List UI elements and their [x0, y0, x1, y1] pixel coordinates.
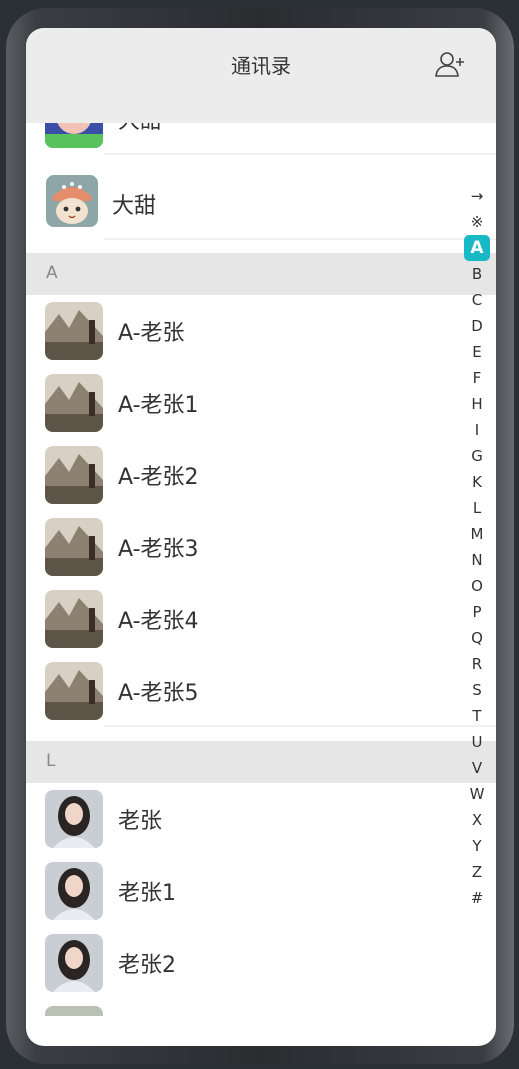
contact-row[interactable]: A-老张5: [26, 655, 496, 727]
index-letter[interactable]: #: [464, 885, 490, 911]
contact-name: A-老张1: [118, 393, 199, 418]
index-letter[interactable]: O: [464, 573, 490, 599]
contact-name: 大甜: [118, 123, 162, 135]
landscape-avatar: [45, 446, 103, 504]
row-divider: [104, 153, 496, 155]
section-header-a: A: [26, 253, 496, 295]
contact-name: 老张: [118, 809, 163, 834]
index-letter[interactable]: V: [464, 755, 490, 781]
cat-avatar: [46, 175, 98, 227]
index-letter[interactable]: B: [464, 261, 490, 287]
contact-row[interactable]: 大甜: [26, 168, 496, 240]
contact-name: A-老张5: [118, 681, 199, 706]
contact-name: A-老张2: [118, 465, 199, 490]
index-letter[interactable]: C: [464, 287, 490, 313]
row-divider: [104, 238, 496, 240]
row-divider: [104, 725, 496, 727]
contact-row[interactable]: 老张1: [26, 855, 496, 927]
index-letter[interactable]: Q: [464, 625, 490, 651]
landscape-avatar: [45, 518, 103, 576]
girl-portrait-avatar: [45, 1006, 103, 1016]
index-letter[interactable]: T: [464, 703, 490, 729]
header: 通讯录: [26, 28, 496, 123]
landscape-avatar: [45, 662, 103, 720]
index-letter[interactable]: H: [464, 391, 490, 417]
index-letter[interactable]: →: [464, 183, 490, 209]
contact-row[interactable]: 大甜: [26, 123, 496, 155]
contact-name: A-老张3: [118, 537, 199, 562]
landscape-avatar: [45, 374, 103, 432]
section-letter: L: [46, 751, 56, 771]
contact-name: 老张1: [118, 881, 176, 906]
index-letter[interactable]: X: [464, 807, 490, 833]
contact-name: A-老张4: [118, 609, 199, 634]
anime-girl-avatar: [45, 123, 103, 148]
index-letter[interactable]: G: [464, 443, 490, 469]
contact-name: 老张2: [118, 953, 176, 978]
index-letter[interactable]: Z: [464, 859, 490, 885]
index-letter[interactable]: D: [464, 313, 490, 339]
contact-name: 大甜: [112, 194, 157, 219]
contact-list[interactable]: 大甜 大甜 A A: [26, 123, 496, 1046]
girl-portrait-avatar: [45, 790, 103, 848]
index-letter[interactable]: I: [464, 417, 490, 443]
index-letter[interactable]: S: [464, 677, 490, 703]
index-letter[interactable]: ※: [464, 209, 490, 235]
index-letter[interactable]: R: [464, 651, 490, 677]
page-title: 通讯录: [231, 54, 291, 78]
contact-row[interactable]: [26, 999, 496, 1046]
contact-row[interactable]: 老张2: [26, 927, 496, 999]
index-letter[interactable]: U: [464, 729, 490, 755]
contact-row[interactable]: A-老张4: [26, 583, 496, 655]
section-letter: A: [46, 263, 58, 283]
index-letter[interactable]: W: [464, 781, 490, 807]
alphabet-index-bar[interactable]: → ※ A B C D E F H I G K L M N O P Q R S T U V W X Y Z #: [464, 183, 490, 911]
index-letter[interactable]: E: [464, 339, 490, 365]
landscape-avatar: [45, 590, 103, 648]
index-letter[interactable]: L: [464, 495, 490, 521]
index-letter[interactable]: M: [464, 521, 490, 547]
girl-portrait-avatar: [45, 862, 103, 920]
girl-portrait-avatar: [45, 934, 103, 992]
contact-row[interactable]: A-老张2: [26, 439, 496, 511]
contact-row[interactable]: A-老张: [26, 295, 496, 367]
index-letter[interactable]: P: [464, 599, 490, 625]
index-letter[interactable]: F: [464, 365, 490, 391]
contacts-screen: 通讯录 大甜 A A-老张 A-老张1 A-老张2 A-老张3 A-老张4 A-…: [26, 28, 496, 1046]
index-letter[interactable]: K: [464, 469, 490, 495]
contact-row[interactable]: A-老张3: [26, 511, 496, 583]
contact-name: A-老张: [118, 321, 185, 346]
add-contact-icon[interactable]: [434, 50, 466, 78]
index-letter[interactable]: N: [464, 547, 490, 573]
index-letter[interactable]: Y: [464, 833, 490, 859]
landscape-avatar: [45, 302, 103, 360]
contact-row[interactable]: 老张: [26, 783, 496, 855]
contact-row[interactable]: A-老张1: [26, 367, 496, 439]
section-header-l: L: [26, 741, 496, 783]
index-letter[interactable]: A: [464, 235, 490, 261]
